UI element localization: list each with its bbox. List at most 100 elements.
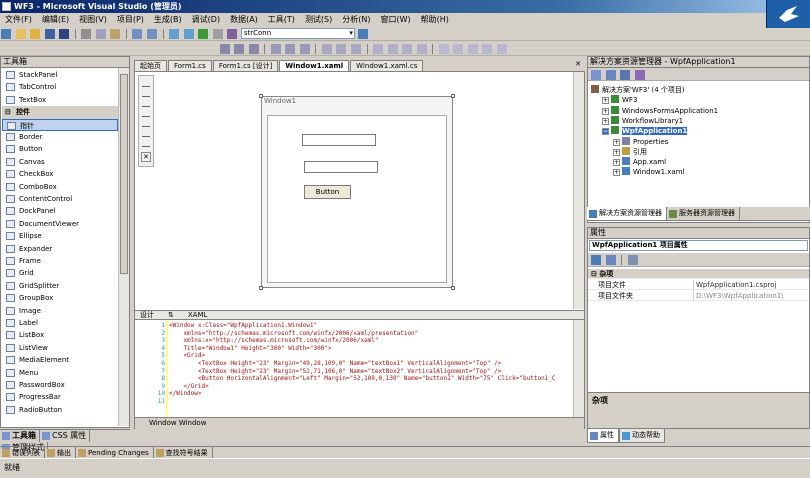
same-width-icon[interactable] [321,44,332,54]
toolbox-item[interactable]: Grid [2,267,118,279]
toolbox-item[interactable]: DockPanel [2,205,118,217]
code-line[interactable]: xmlns:x="http://schemas.microsoft.com/wi… [169,337,378,345]
expand-icon[interactable]: + [602,107,609,115]
design-surface[interactable]: ✕ Window1 Button [135,72,584,309]
category-row[interactable]: ⊟ 杂项 [588,269,809,279]
toolbox-item[interactable]: Image [2,305,118,317]
tab-toolbox[interactable]: 工具箱 [0,430,40,442]
toolbox-item[interactable]: Expander [2,243,118,255]
expand-icon[interactable]: + [602,97,609,105]
toolbox-item[interactable]: CheckBox [2,168,118,180]
solution-tree-item[interactable]: + WindowsFormsApplication1 [588,105,718,116]
properties-object-select[interactable]: WpfApplication1 项目属性 [589,240,808,251]
toolbox-item[interactable]: TabControl [2,81,118,93]
toolbox-item[interactable]: StackPanel [2,69,118,81]
menu-data[interactable]: 数据(A) [225,13,263,26]
designer-window[interactable]: Window1 Button [259,94,455,290]
code-line[interactable]: <TextBox Height="23" Margin="52,71,106,0… [169,368,501,376]
align-top-icon[interactable] [270,44,281,54]
toolbox-scroll-thumb[interactable] [120,74,128,274]
menu-build[interactable]: 生成(B) [149,13,187,26]
tab-css-properties[interactable]: CSS 属性 [40,430,91,442]
xaml-scrollbar[interactable] [573,320,584,417]
code-line[interactable]: </Window> [169,390,202,398]
expand-icon[interactable]: + [613,159,620,167]
menu-test[interactable]: 测试(S) [300,13,337,26]
toolbox-item[interactable]: 指针 [2,118,118,131]
properties-icon[interactable] [591,70,601,80]
menu-edit[interactable]: 编辑(E) [37,13,74,26]
toolbox-item[interactable]: DocumentViewer [2,218,118,230]
close-doc-icon[interactable]: ✕ [574,61,582,69]
code-line[interactable]: <Grid> [169,352,205,360]
spacing-4-icon[interactable] [416,44,427,54]
code-line[interactable]: <TextBox Height="23" Margin="49,28,109,0… [169,360,501,368]
start-debug-icon[interactable] [198,29,209,39]
solution-tree-item[interactable]: − WpfApplication1 [588,126,688,136]
center-horiz-icon[interactable] [438,44,449,54]
align-bottom-icon[interactable] [299,44,310,54]
toolbox-item[interactable]: Frame [2,255,118,267]
tab-solution-explorer[interactable]: 解决方案资源管理器 [587,207,667,220]
property-row[interactable]: 项目文件夹 D:\WF3\WpfApplication1\ [588,291,809,301]
show-all-files-icon[interactable] [605,70,616,80]
designer-button[interactable]: Button [304,185,351,199]
menu-analyze[interactable]: 分析(N) [337,13,375,26]
center-vert-icon[interactable] [453,44,464,54]
find-in-files-icon[interactable] [358,29,369,39]
navigate-back-icon[interactable] [169,29,180,39]
align-right-icon[interactable] [248,44,259,54]
menu-tools[interactable]: 工具(T) [263,13,300,26]
toolbox-item[interactable]: Ellipse [2,230,118,242]
solution-tree-item[interactable]: 解决方案'WF3' (4 个项目) [588,85,685,95]
solution-tree-item[interactable]: + 引用 [588,146,647,157]
toolbox-item[interactable]: Menu [2,367,118,379]
tab-server-explorer[interactable]: 服务器资源管理器 [667,207,740,220]
toolbox-item[interactable]: TextBox [2,94,118,106]
tab-dynamic-help[interactable]: 动态帮助 [619,429,665,443]
redo-icon[interactable] [147,29,158,39]
resize-handle-bl[interactable] [259,286,263,290]
expand-icon[interactable]: + [613,138,620,146]
align-center-icon[interactable] [234,44,245,54]
code-line[interactable]: xmlns="http://schemas.microsoft.com/winf… [169,330,418,338]
lock-controls-icon[interactable] [497,44,508,54]
bring-front-icon[interactable] [467,44,478,54]
find-icon[interactable] [227,29,238,39]
code-line[interactable]: <Window x:Class="WpfApplication1.Window1… [169,322,317,330]
code-line[interactable]: </Grid> [169,383,208,391]
menu-debug[interactable]: 调试(D) [187,13,225,26]
property-row[interactable]: 项目文件 WpfApplication1.csproj [588,280,809,290]
property-pages-icon[interactable] [627,255,638,265]
spacing-2-icon[interactable] [387,44,398,54]
solution-tree-item[interactable]: + App.xaml [588,157,666,167]
save-all-icon[interactable] [59,29,70,39]
resize-handle-br[interactable] [451,286,455,290]
menu-help[interactable]: 帮助(H) [416,13,454,26]
categorized-icon[interactable] [591,255,601,265]
toolbox-item[interactable]: MediaElement [2,354,118,366]
swap-panes-icon[interactable]: ⇅ [163,311,179,319]
new-project-icon[interactable] [1,29,11,39]
designer-scrollbar[interactable] [573,72,584,309]
zoom-fit-icon[interactable]: ✕ [141,152,151,162]
element-breadcrumb[interactable]: Window Window [135,417,584,429]
textbox1[interactable] [302,134,376,146]
solution-tree-item[interactable]: + WorkflowLibrary1 [588,115,683,126]
solution-tree-item[interactable]: + WF3 [588,95,637,105]
tab-properties[interactable]: 属性 [587,429,619,443]
solution-tree-item[interactable]: + Window1.xaml [588,167,684,177]
designer-grid[interactable]: Button [267,115,447,283]
alphabetical-icon[interactable] [605,255,616,265]
spacing-3-icon[interactable] [402,44,413,54]
xaml-code-view[interactable]: 1 <Window x:Class="WpfApplication1.Window… [135,320,584,417]
toolbox-item[interactable]: ContentControl [2,193,118,205]
toolbox-item[interactable]: ComboBox [2,181,118,193]
menu-project[interactable]: 项目(P) [112,13,149,26]
tab-design[interactable]: 设计 [135,311,159,319]
same-height-icon[interactable] [336,44,347,54]
align-left-icon[interactable] [219,44,230,54]
code-line[interactable]: Title="Window1" Height="300" Width="300"… [169,345,331,353]
same-size-icon[interactable] [351,44,362,54]
add-item-icon[interactable] [15,29,26,39]
